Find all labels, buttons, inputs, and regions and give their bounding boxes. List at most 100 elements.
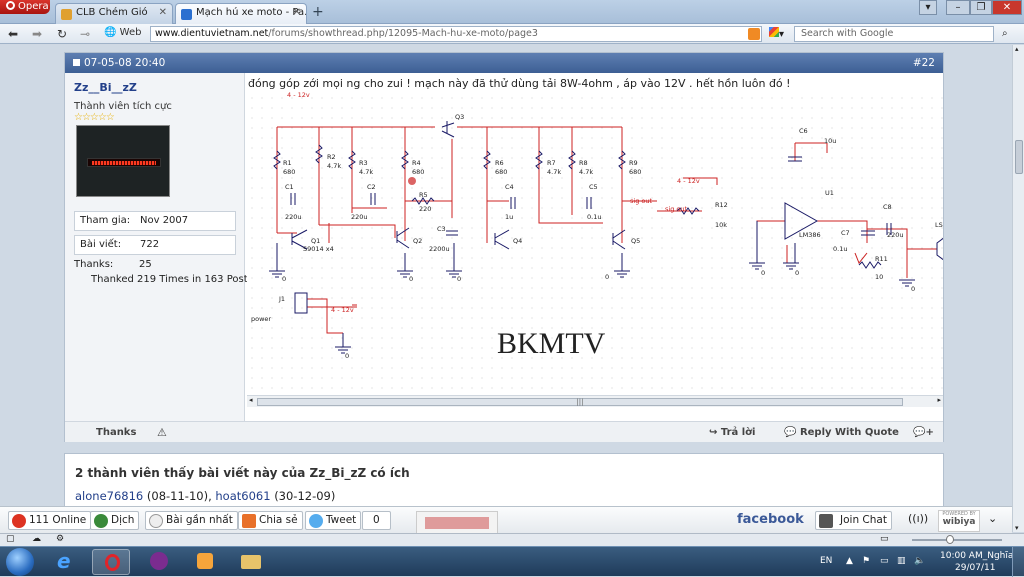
reply-with-quote-button[interactable]: 💬 Reply With Quote	[784, 422, 899, 443]
tweet-count: 0	[362, 511, 391, 530]
translate-button[interactable]: Dịch	[90, 511, 140, 530]
search-magnifier-icon[interactable]: ⌕	[1002, 28, 1008, 39]
windows-taskbar: e EN ▲ ⚑ ▭ ▥ 🔈 10:00 AM_Nghĩa 29/07/11	[0, 546, 1024, 577]
user-link-alone76816[interactable]: alone76816	[75, 489, 143, 503]
forum-post: 07-05-08 20:40 #22 Zz__Bi__zZ Thành viên…	[64, 52, 944, 442]
forward-arrow-icon[interactable]: ➡	[32, 27, 42, 41]
tray-expand-icon[interactable]: ▲	[846, 556, 853, 566]
tab-clb-chem-gio[interactable]: CLB Chém Gió ✕	[55, 3, 173, 24]
tab-menu-icon[interactable]: ▾	[919, 0, 937, 15]
thanked-times: Thanked 219 Times in 163 Posts	[91, 274, 253, 285]
close-tab-icon[interactable]: ✕	[293, 7, 301, 18]
close-tab-icon[interactable]: ✕	[159, 7, 167, 18]
multi-quote-icon[interactable]: 💬+	[913, 422, 934, 443]
clock-time[interactable]: 10:00 AM_Nghĩa	[940, 551, 1013, 561]
close-window-icon[interactable]: ✕	[992, 0, 1022, 15]
tray-flag-icon[interactable]: ⚑	[862, 556, 870, 566]
panel-toggle-icon[interactable]: ▢	[6, 534, 15, 544]
scroll-up-icon[interactable]: ▴	[1015, 45, 1019, 53]
supply-label-3: 4 - 12v	[331, 306, 354, 314]
radio-icon[interactable]: ((ı))	[908, 512, 928, 525]
scroll-down-icon[interactable]: ▾	[1015, 524, 1019, 532]
wibiya-logo[interactable]: POWERED BY wibiya	[938, 510, 980, 532]
zoom-slider-thumb[interactable]	[946, 535, 954, 544]
show-desktop-button[interactable]	[1012, 547, 1024, 577]
post-header: 07-05-08 20:40 #22	[65, 53, 943, 73]
key-icon[interactable]: ⊸	[80, 27, 90, 41]
online-count-button[interactable]: 111 Online	[8, 511, 92, 530]
schematic-image: 4 - 12v 4 - 12v 4 - 12v R1 680 R2 4.7k R…	[247, 91, 943, 395]
forum-favicon-icon	[61, 9, 72, 20]
banner-thumbnail[interactable]	[416, 511, 498, 534]
online-users-icon	[12, 514, 26, 528]
user-title: Thành viên tích cực	[74, 101, 172, 112]
horizontal-scroll-thumb[interactable]: |||	[257, 398, 903, 406]
star-icon	[149, 514, 163, 528]
new-tab-plus-icon[interactable]: +	[312, 4, 324, 20]
volume-icon[interactable]: 🔈	[914, 556, 925, 566]
internet-explorer-icon[interactable]: e	[48, 549, 86, 575]
scroll-left-icon[interactable]: ◂	[249, 396, 253, 404]
facebook-button[interactable]: facebook	[737, 512, 804, 527]
network-icon[interactable]: ▥	[897, 556, 906, 566]
rss-feed-icon[interactable]	[748, 28, 760, 40]
post-message: đóng góp zới mọi ng cho zui ! mạch này đ…	[248, 77, 791, 90]
report-warning-icon[interactable]: ⚠	[157, 422, 167, 443]
back-arrow-icon[interactable]: ⬅	[8, 27, 18, 41]
clock-date[interactable]: 29/07/11	[955, 563, 995, 573]
user-sidebar: Zz__Bi__zZ Thành viên tích cực ☆☆☆☆☆ Tha…	[65, 73, 253, 421]
tab-mach-hu-xe-moto[interactable]: Mạch hú xe moto - Pa... ✕	[175, 3, 307, 24]
site-favicon-icon	[181, 9, 192, 20]
start-button[interactable]	[6, 548, 34, 576]
rank-stars-icon: ☆☆☆☆☆	[74, 112, 115, 123]
language-indicator[interactable]: EN	[820, 556, 832, 566]
post-number-link[interactable]: #22	[913, 53, 935, 73]
opera-menu-button[interactable]: Opera	[0, 0, 50, 14]
vertical-scrollbar[interactable]: ▴ ▾	[1012, 45, 1024, 532]
share-button[interactable]: Chia sẻ	[238, 511, 303, 530]
supply-label-2: 4 - 12v	[677, 177, 700, 185]
horizontal-scrollbar[interactable]: ◂ ||| ▸	[247, 395, 943, 407]
yahoo-messenger-icon[interactable]	[140, 549, 178, 575]
username-link[interactable]: Zz__Bi__zZ	[74, 81, 137, 94]
tweet-button[interactable]: Tweet	[305, 511, 362, 530]
vertical-scroll-thumb[interactable]	[1015, 140, 1023, 174]
avatar[interactable]	[76, 125, 170, 197]
unite-icon[interactable]: ⚙	[56, 534, 64, 544]
search-input[interactable]: Search with Google	[794, 26, 994, 42]
thanks-panel: 2 thành viên thấy bài viết này của Zz_Bi…	[64, 453, 944, 506]
post-status-icon	[73, 59, 80, 66]
chat-icon	[819, 514, 833, 528]
opera-taskbar-icon[interactable]	[92, 549, 130, 575]
thanks-count: Thanks: 25	[74, 259, 152, 270]
media-player-icon[interactable]	[186, 549, 224, 575]
join-chat-button[interactable]: Join Chat	[815, 511, 892, 530]
collapse-toolbar-icon[interactable]: ⌄	[988, 512, 997, 525]
tab-bar: Opera CLB Chém Gió ✕ Mạch hú xe moto - P…	[0, 0, 1024, 24]
join-date-box: Tham gia: Nov 2007	[74, 211, 236, 231]
search-engine-select[interactable]: ▾	[769, 27, 793, 41]
google-icon	[769, 27, 779, 37]
minimize-icon[interactable]: –	[946, 0, 970, 15]
reload-icon[interactable]: ↻	[57, 27, 67, 41]
url-field[interactable]: www.dientuvietnam.net/forums/showthread.…	[150, 26, 762, 42]
address-bar: ⬅ ➡ ↻ ⊸ 🌐 Web www.dientuvietnam.net/foru…	[0, 24, 1024, 44]
tray-monitor-icon[interactable]: ▭	[880, 556, 889, 566]
file-explorer-icon[interactable]	[232, 549, 270, 575]
zoom-slider[interactable]	[912, 535, 1002, 544]
post-count-box: Bài viết: 722	[74, 235, 236, 255]
reply-button[interactable]: ↪ Trả lời	[709, 422, 755, 443]
scroll-right-icon[interactable]: ▸	[937, 396, 941, 404]
thanks-panel-title: 2 thành viên thấy bài viết này của Zz_Bi…	[75, 466, 410, 480]
globe-icon	[94, 514, 108, 528]
user-link-hoat6061[interactable]: hoat6061	[215, 489, 270, 503]
cloud-icon[interactable]: ☁	[32, 534, 41, 544]
restore-icon[interactable]: ❐	[970, 0, 992, 15]
globe-icon: 🌐	[104, 27, 117, 38]
thanks-button[interactable]: Thanks	[96, 422, 136, 443]
opera-logo-icon	[6, 1, 15, 10]
recent-posts-button[interactable]: Bài gần nhất	[145, 511, 238, 530]
reply-arrow-icon: ↪	[709, 427, 718, 438]
web-button[interactable]: 🌐 Web	[104, 27, 141, 38]
view-icon[interactable]: ▭	[880, 534, 889, 544]
